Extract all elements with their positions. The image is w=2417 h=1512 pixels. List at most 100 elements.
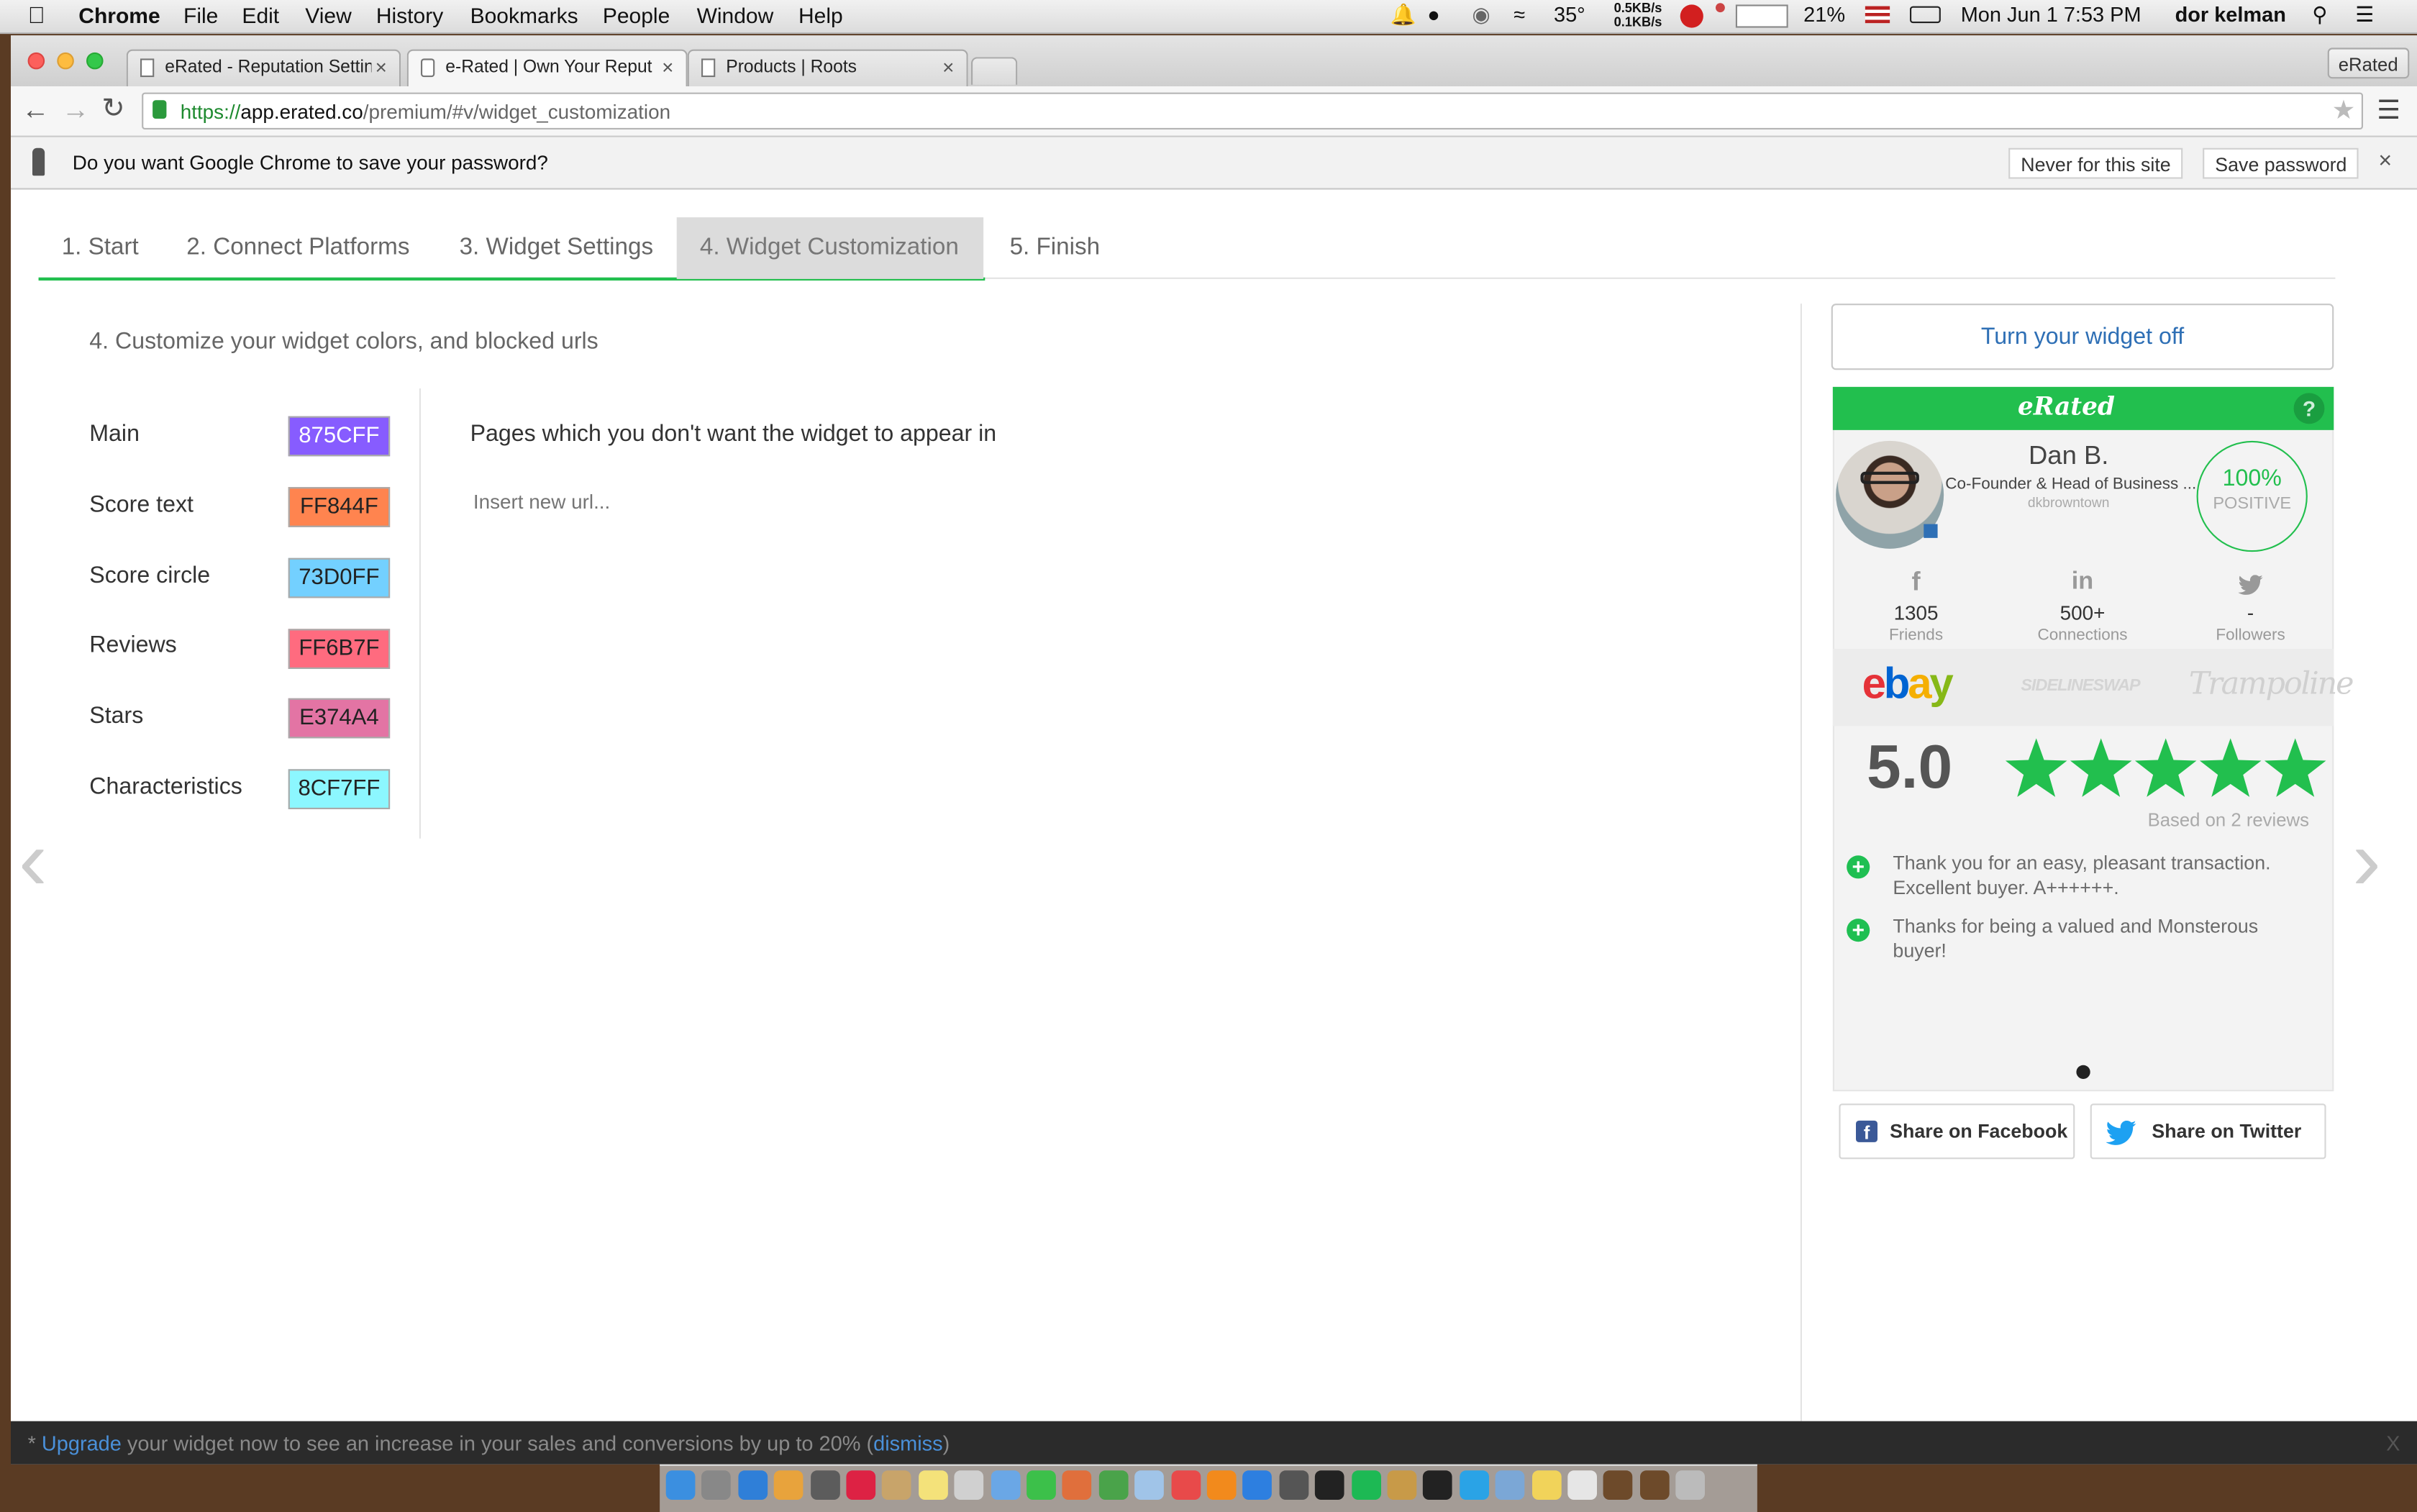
color-input-reviews[interactable]: FF6B7F	[288, 629, 391, 669]
tab-widget-settings[interactable]: 3. Widget Settings	[436, 217, 676, 279]
close-window-button[interactable]	[27, 52, 45, 70]
dock-app-icon[interactable]	[1567, 1470, 1597, 1500]
friends-label: Friends	[1889, 626, 1944, 645]
menu-people[interactable]: People	[603, 3, 670, 27]
color-input-score-text[interactable]: FF844F	[288, 487, 391, 527]
apple-icon[interactable]: 	[28, 3, 45, 29]
menu-window[interactable]: Window	[697, 3, 774, 27]
new-tab-button[interactable]	[971, 57, 1018, 85]
save-password-button[interactable]: Save password	[2203, 147, 2359, 179]
cloud-icon[interactable]: ◉	[1472, 3, 1490, 27]
menu-edit[interactable]: Edit	[242, 3, 279, 27]
menu-file[interactable]: File	[183, 3, 218, 27]
menu-history[interactable]: History	[376, 3, 443, 27]
browser-tab-3[interactable]: Products | Roots ×	[687, 49, 968, 86]
dock-app-icon[interactable]	[1098, 1470, 1129, 1500]
record-icon[interactable]	[1680, 4, 1703, 28]
upgrade-banner: * Upgrade your widget now to see an incr…	[11, 1421, 2417, 1465]
share-facebook-button[interactable]: f Share on Facebook	[1839, 1103, 2075, 1160]
minimize-window-button[interactable]	[57, 52, 74, 70]
tab-finish[interactable]: 5. Finish	[986, 217, 1123, 279]
clock[interactable]: Mon Jun 1 7:53 PM	[1961, 3, 2141, 26]
evernote-icon[interactable]: ●	[1427, 3, 1439, 26]
dock-app-icon[interactable]	[701, 1470, 732, 1500]
dock-app-icon[interactable]	[1531, 1470, 1561, 1500]
close-banner-button[interactable]: X	[2386, 1432, 2400, 1455]
browser-tab-2[interactable]: e-Rated | Own Your Reputa ×	[406, 49, 688, 86]
color-input-score-circle[interactable]: 73D0FF	[288, 557, 391, 598]
turn-widget-off-button[interactable]: Turn your widget off	[1831, 304, 2334, 370]
tab-widget-customization[interactable]: 4. Widget Customization	[676, 217, 984, 279]
dock-app-icon[interactable]	[1027, 1470, 1056, 1500]
back-icon[interactable]: ←	[22, 94, 50, 127]
dock-app-icon[interactable]	[1387, 1470, 1417, 1500]
dock-app-icon[interactable]	[1279, 1470, 1308, 1500]
forward-icon[interactable]: →	[62, 94, 90, 127]
dock-app-icon[interactable]	[1315, 1470, 1344, 1500]
url-text[interactable]: https://app.erated.co/premium/#v/widget_…	[181, 100, 670, 123]
dock-app-icon[interactable]	[846, 1470, 876, 1500]
dock-app-icon[interactable]	[954, 1470, 984, 1500]
menu-view[interactable]: View	[305, 3, 351, 27]
tab-start[interactable]: 1. Start	[39, 217, 162, 279]
dock-app-icon[interactable]	[1134, 1470, 1165, 1500]
dock-app-icon[interactable]	[1603, 1470, 1634, 1500]
close-tab-icon[interactable]: ×	[662, 55, 673, 78]
dock-app-icon[interactable]	[1062, 1470, 1092, 1500]
carousel-dot[interactable]	[2076, 1065, 2090, 1079]
new-url-input[interactable]	[470, 481, 1247, 522]
dock-app-icon[interactable]	[918, 1470, 948, 1500]
lock-icon[interactable]	[153, 100, 167, 119]
dock-app-icon[interactable]	[882, 1470, 912, 1500]
dock-app-icon[interactable]	[1242, 1470, 1273, 1500]
dock-app-icon[interactable]	[1351, 1470, 1381, 1500]
dock-app-icon[interactable]	[1495, 1470, 1525, 1500]
profile-button[interactable]: eRated	[2327, 47, 2409, 79]
dock-app-icon[interactable]	[1675, 1470, 1706, 1500]
dock-app-icon[interactable]	[1206, 1470, 1237, 1500]
menu-help[interactable]: Help	[798, 3, 843, 27]
dock-app-icon[interactable]	[1170, 1470, 1201, 1500]
wifi-icon[interactable]: ≈	[1514, 3, 1525, 26]
color-input-characteristics[interactable]: 8CF7FF	[288, 769, 391, 809]
dock-app-icon[interactable]	[665, 1470, 696, 1500]
spotlight-search-icon[interactable]: ⚲	[2312, 3, 2327, 27]
never-for-this-site-button[interactable]: Never for this site	[2008, 147, 2183, 179]
color-input-stars[interactable]: E374A4	[288, 698, 391, 739]
dock-app-icon[interactable]	[1423, 1470, 1453, 1500]
address-bar[interactable]: https://app.erated.co/premium/#v/widget_…	[142, 92, 2364, 129]
dock-app-icon[interactable]	[990, 1470, 1020, 1500]
maximize-window-button[interactable]	[86, 52, 104, 70]
color-label-main: Main	[89, 421, 140, 447]
dock-app-icon[interactable]	[1639, 1470, 1670, 1500]
menu-bookmarks[interactable]: Bookmarks	[470, 3, 578, 27]
chrome-menu-icon[interactable]: ☰	[2377, 96, 2400, 127]
close-tab-icon[interactable]: ×	[942, 55, 954, 78]
dismiss-link[interactable]: dismiss	[873, 1432, 942, 1455]
menu-app-name[interactable]: Chrome	[78, 3, 160, 27]
activity-graph-icon[interactable]	[1735, 4, 1788, 28]
battery-icon[interactable]	[1910, 6, 1941, 24]
user-name[interactable]: dor kelman	[2175, 3, 2286, 26]
close-tab-icon[interactable]: ×	[375, 55, 387, 78]
previous-arrow-icon[interactable]: ‹	[19, 816, 47, 903]
dock-app-icon[interactable]	[774, 1470, 804, 1500]
dock-app-icon[interactable]	[737, 1470, 768, 1500]
upgrade-link[interactable]: Upgrade	[42, 1432, 122, 1455]
share-twitter-button[interactable]: Share on Twitter	[2090, 1103, 2326, 1160]
notification-center-icon[interactable]: ☰	[2355, 3, 2374, 27]
menu-bar:  Chrome File Edit View History Bookmark…	[0, 0, 2417, 35]
close-infobar-icon[interactable]: ×	[2378, 148, 2392, 174]
reload-icon[interactable]: ↻	[101, 93, 124, 125]
bell-icon[interactable]: 🔔	[1390, 3, 1416, 27]
dock-app-icon[interactable]	[810, 1470, 839, 1500]
help-icon[interactable]: ?	[2293, 393, 2325, 424]
score-label: POSITIVE	[2213, 494, 2292, 514]
color-input-main[interactable]: 875CFF	[288, 416, 391, 457]
browser-tab-1[interactable]: eRated - Reputation Settin ×	[126, 49, 401, 86]
dock-app-icon[interactable]	[1459, 1470, 1489, 1500]
bookmark-star-icon[interactable]: ★	[2332, 96, 2356, 127]
tab-connect-platforms[interactable]: 2. Connect Platforms	[163, 217, 432, 279]
flag-us-icon[interactable]	[1865, 6, 1890, 24]
next-arrow-icon[interactable]: ›	[2352, 816, 2381, 903]
